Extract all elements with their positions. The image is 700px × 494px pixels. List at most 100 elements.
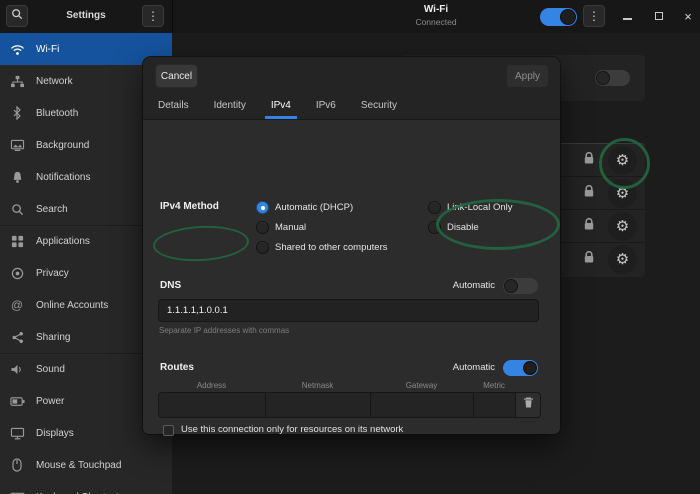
radio-label: Shared to other computers: [275, 242, 387, 253]
routes-col-address: Address: [158, 381, 265, 390]
sidebar-item-mouse-touchpad[interactable]: Mouse & Touchpad: [0, 449, 172, 481]
radio-manual[interactable]: [256, 221, 269, 234]
only-this-network-checkbox[interactable]: [163, 425, 174, 436]
background-icon: [9, 137, 25, 153]
tab-ipv6[interactable]: IPv6: [310, 95, 342, 119]
route-gateway-input[interactable]: [371, 393, 474, 417]
settings-window: Settings ⋮ Wi-Fi Connected ⋮ ×: [0, 0, 700, 494]
dialog-body: IPv4 Method Automatic (DHCP) Manual Shar…: [143, 120, 560, 434]
tab-identity[interactable]: Identity: [208, 95, 252, 119]
keyboard-icon: [9, 489, 25, 494]
routes-label: Routes: [160, 362, 194, 373]
tab-ipv4[interactable]: IPv4: [265, 95, 297, 119]
routes-col-gateway: Gateway: [370, 381, 473, 390]
maximize-icon: [655, 12, 663, 20]
wifi-subtitle: Connected: [336, 17, 536, 28]
sidebar-item-label: Bluetooth: [36, 108, 78, 119]
network-icon: [9, 73, 25, 89]
routes-col-netmask: Netmask: [265, 381, 370, 390]
close-button[interactable]: ×: [677, 5, 699, 27]
radio-label: Automatic (DHCP): [275, 202, 353, 213]
sidebar-item-label: Search: [36, 204, 68, 215]
annotation-ellipse-dns-automatic: [436, 199, 560, 250]
menu-dots-icon: ⋮: [147, 10, 159, 22]
only-this-network-label: Use this connection only for resources o…: [181, 424, 403, 435]
gear-icon: ⚙: [616, 252, 629, 267]
search-icon: [9, 201, 25, 217]
sidebar-item-label: Power: [36, 396, 64, 407]
radio-label: Manual: [275, 222, 306, 233]
gear-icon: ⚙: [616, 219, 629, 234]
displays-icon: [9, 425, 25, 441]
power-icon: [9, 393, 25, 409]
mouse-icon: [9, 457, 25, 473]
tab-security[interactable]: Security: [355, 95, 403, 119]
sidebar-item-keyboard-shortcuts[interactable]: Keyboard Shortcuts: [0, 481, 172, 494]
lock-icon: [583, 184, 595, 203]
sound-icon: [9, 361, 25, 377]
tab-details[interactable]: Details: [152, 95, 195, 119]
sidebar-item-label: Wi-Fi: [36, 44, 59, 55]
sidebar-item-label: Applications: [36, 236, 90, 247]
sidebar-item-label: Displays: [36, 428, 74, 439]
radio-link-local[interactable]: [428, 201, 441, 214]
lock-icon: [583, 151, 595, 170]
sidebar-item-label: Privacy: [36, 268, 69, 279]
lock-icon: [583, 250, 595, 269]
ipv4-method-label: IPv4 Method: [160, 201, 219, 212]
radio-automatic-dhcp[interactable]: [256, 201, 269, 214]
wifi-title: Wi-Fi: [336, 4, 536, 17]
menu-dots-icon: ⋮: [588, 10, 600, 22]
sharing-icon: [9, 329, 25, 345]
header-divider: [172, 0, 173, 33]
toggle-knob: [523, 361, 537, 375]
maximize-button[interactable]: [648, 5, 670, 27]
delete-route-button[interactable]: [516, 393, 540, 417]
notifications-icon: [9, 169, 25, 185]
toggle-knob: [504, 279, 518, 293]
radio-shared[interactable]: [256, 241, 269, 254]
sidebar-item-label: Sound: [36, 364, 65, 375]
network-settings-button[interactable]: ⚙: [608, 245, 637, 274]
route-netmask-input[interactable]: [266, 393, 371, 417]
lock-icon: [583, 217, 595, 236]
dns-automatic-toggle[interactable]: [503, 278, 538, 294]
dialog-tabbar: Details Identity IPv4 IPv6 Security: [143, 95, 560, 120]
wifi-icon: [9, 41, 25, 57]
header-bar: Settings ⋮ Wi-Fi Connected ⋮ ×: [0, 0, 700, 34]
wifi-master-toggle[interactable]: [540, 8, 577, 26]
route-metric-input[interactable]: [474, 393, 516, 417]
applications-icon: [9, 233, 25, 249]
dns-label: DNS: [160, 280, 181, 291]
sidebar-item-label: Background: [36, 140, 89, 151]
minimize-icon: [623, 18, 632, 20]
toggle-knob: [596, 71, 610, 85]
routes-automatic-label: Automatic: [438, 362, 495, 373]
app-menu-button[interactable]: ⋮: [583, 5, 605, 27]
trash-icon: [523, 396, 534, 414]
privacy-icon: [9, 265, 25, 281]
dns-helper-text: Separate IP addresses with commas: [159, 326, 289, 335]
sidebar-item-label: Online Accounts: [36, 300, 108, 311]
route-address-input[interactable]: [159, 393, 266, 417]
sidebar-item-label: Notifications: [36, 172, 90, 183]
sidebar-item-label: Sharing: [36, 332, 70, 343]
online-accounts-icon: @: [9, 297, 25, 313]
sidebar-item-label: Network: [36, 76, 73, 87]
background-toggle[interactable]: [595, 70, 630, 86]
cancel-button[interactable]: Cancel: [155, 64, 198, 88]
minimize-button[interactable]: [616, 5, 638, 27]
dialog-header: Cancel Apply: [143, 57, 560, 95]
routes-automatic-toggle[interactable]: [503, 360, 538, 376]
annotation-circle-gear: [599, 138, 650, 189]
close-icon: ×: [684, 10, 692, 23]
apply-button[interactable]: Apply: [506, 64, 549, 88]
routes-col-metric: Metric: [473, 381, 515, 390]
bluetooth-icon: [9, 105, 25, 121]
network-settings-button[interactable]: ⚙: [608, 212, 637, 241]
dns-input[interactable]: [158, 299, 539, 322]
sidebar-menu-button[interactable]: ⋮: [142, 5, 164, 27]
toggle-knob: [560, 9, 576, 25]
routes-row: [158, 392, 541, 418]
page-title: Wi-Fi Connected: [336, 4, 536, 27]
